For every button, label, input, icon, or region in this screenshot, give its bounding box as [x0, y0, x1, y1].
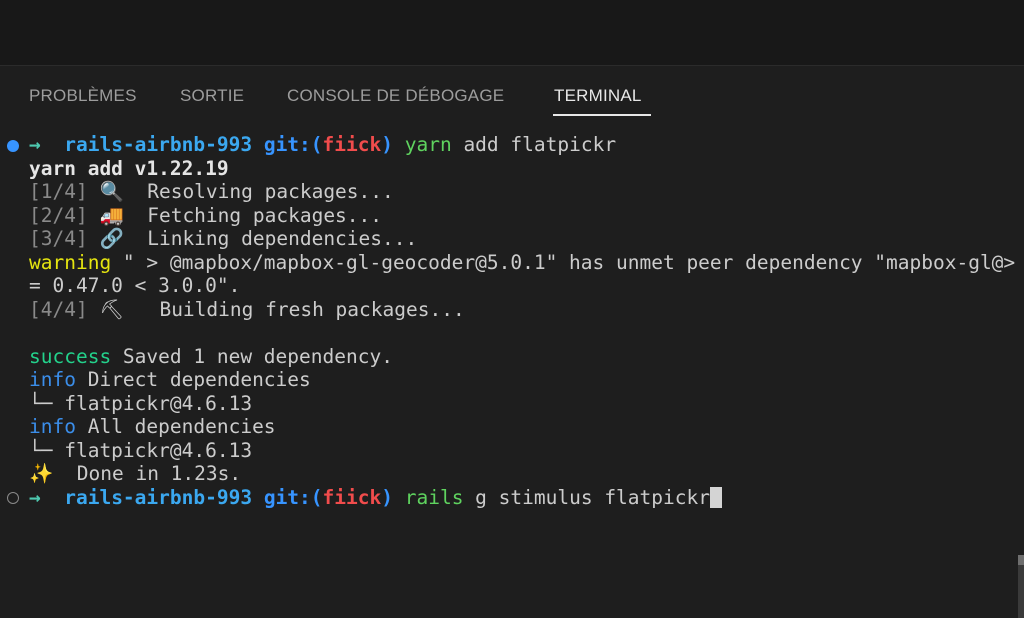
step-number: [3/4]	[29, 227, 88, 250]
done-line: ✨ Done in 1.23s.	[29, 462, 241, 486]
step-text: Resolving packages...	[147, 180, 394, 203]
dependency-tree-line: └─ flatpickr@4.6.13	[29, 391, 253, 415]
prompt-git-branch: fiick	[322, 485, 382, 509]
prompt-directory: rails-airbnb-993	[64, 485, 253, 509]
command-name: yarn	[404, 133, 452, 156]
step-line: [1/4] 🔍 Resolving packages...	[29, 180, 394, 204]
info-text: Direct dependencies	[75, 368, 311, 391]
active-tab-indicator	[553, 114, 651, 116]
editor-top-area	[0, 0, 1024, 66]
text-cursor	[709, 486, 722, 508]
tab-output[interactable]: SORTIE	[180, 86, 244, 106]
scrollbar-thumb[interactable]	[1018, 555, 1024, 565]
truck-icon: 🚚	[99, 203, 124, 227]
tab-debug-console[interactable]: CONSOLE DE DÉBOGAGE	[287, 86, 504, 106]
command-name: rails	[404, 485, 464, 509]
step-line: [4/4] ⛏ Building fresh packages...	[29, 298, 465, 322]
success-text: Saved 1 new dependency.	[111, 344, 393, 368]
step-text: Fetching packages...	[147, 203, 383, 227]
step-number: [1/4]	[29, 180, 88, 203]
tab-terminal[interactable]: TERMINAL	[554, 86, 642, 106]
prompt-line-1: → rails-airbnb-993 git:(fiick) yarn add …	[29, 133, 616, 157]
warning-label: warning	[29, 250, 112, 274]
prompt-git-suffix: )	[381, 485, 393, 509]
step-text: Linking dependencies...	[147, 227, 418, 250]
pick-icon: ⛏	[99, 297, 125, 321]
warning-continuation: = 0.47.0 < 3.0.0".	[29, 274, 241, 297]
warning-text: " > @mapbox/mapbox-gl-geocoder@5.0.1" ha…	[111, 250, 1016, 274]
command-success-decoration-icon[interactable]	[7, 140, 19, 152]
prompt-git-branch: fiick	[322, 133, 382, 156]
command-args: add flatpickr	[451, 133, 617, 156]
info-text: All dependencies	[75, 415, 276, 438]
dependency-tree-line: └─ flatpickr@4.6.13	[29, 438, 253, 462]
prompt-git-prefix: git:(	[263, 133, 323, 156]
prompt-arrow-icon: →	[29, 485, 41, 509]
prompt-line-2: → rails-airbnb-993 git:(fiick) rails g s…	[29, 486, 722, 510]
prompt-directory: rails-airbnb-993	[64, 133, 253, 156]
info-label: info	[29, 415, 76, 438]
info-line: info Direct dependencies	[29, 368, 311, 392]
link-icon: 🔗	[99, 227, 124, 250]
info-label: info	[29, 368, 76, 391]
prompt-git-suffix: )	[381, 133, 393, 156]
tab-problems[interactable]: PROBLÈMES	[29, 86, 137, 106]
panel-tab-bar: PROBLÈMES SORTIE CONSOLE DE DÉBOGAGE TER…	[0, 66, 1024, 122]
magnifier-icon: 🔍	[99, 180, 124, 203]
step-number: [2/4]	[29, 203, 88, 227]
step-number: [4/4]	[29, 297, 88, 321]
command-pending-decoration-icon[interactable]	[7, 491, 19, 504]
command-input[interactable]: g stimulus flatpickr	[463, 486, 710, 509]
step-line: [3/4] 🔗 Linking dependencies...	[29, 227, 417, 251]
yarn-version-line: yarn add v1.22.19	[29, 156, 229, 180]
info-line: info All dependencies	[29, 415, 276, 439]
warning-line: warning " > @mapbox/mapbox-gl-geocoder@5…	[29, 251, 1015, 275]
prompt-git-prefix: git:(	[263, 485, 323, 509]
success-line: success Saved 1 new dependency.	[29, 345, 393, 369]
step-line: [2/4] 🚚 Fetching packages...	[29, 204, 382, 228]
prompt-arrow-icon: →	[29, 133, 41, 156]
step-text: Building fresh packages...	[159, 297, 465, 321]
sparkles-icon: ✨	[29, 462, 54, 485]
success-label: success	[29, 344, 112, 368]
done-text: Done in 1.23s.	[53, 462, 242, 485]
terminal-output[interactable]: → rails-airbnb-993 git:(fiick) yarn add …	[0, 133, 1024, 618]
